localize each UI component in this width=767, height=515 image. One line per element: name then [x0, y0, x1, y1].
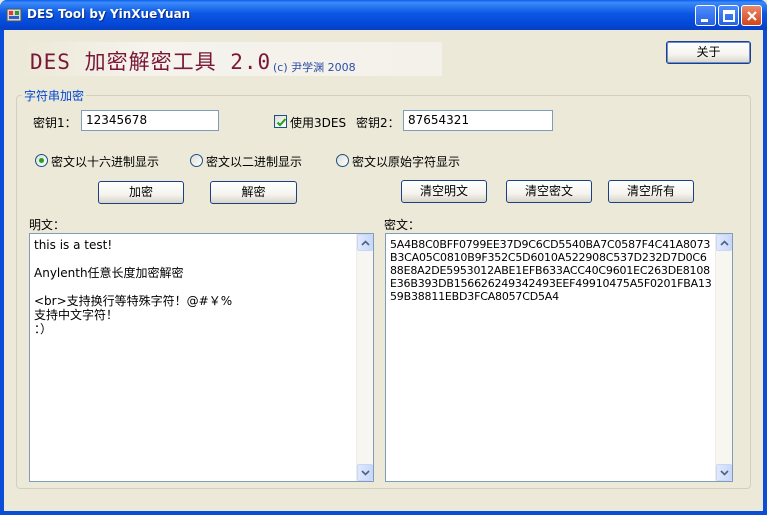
clear-all-button[interactable]: 清空所有	[608, 180, 694, 203]
radio-hex-label[interactable]: 密文以十六进制显示	[51, 153, 159, 170]
scroll-up-button[interactable]	[716, 234, 732, 251]
chevron-up-icon	[361, 240, 370, 246]
scroll-down-button[interactable]	[357, 464, 373, 481]
logo-title: DES 加密解密工具 2.0	[30, 50, 272, 74]
use-3des-checkbox[interactable]	[274, 115, 287, 128]
encrypt-button[interactable]: 加密	[98, 181, 184, 204]
ciphertext-label: 密文：	[384, 218, 421, 232]
group-title: 字符串加密	[22, 87, 87, 104]
radio-selected-dot	[39, 158, 44, 163]
ciphertext-textarea[interactable]: 5A4B8C0BFF0799EE37D9C6CD5540BA7C0587F4C4…	[385, 233, 733, 482]
radio-hex[interactable]	[35, 154, 48, 167]
radio-raw-label[interactable]: 密文以原始字符显示	[352, 153, 460, 170]
plaintext-label: 明文：	[29, 218, 66, 232]
key1-label: 密钥1：	[33, 116, 77, 130]
plaintext-content: this is a test! Anylenth任意长度加密解密 <br>支持换…	[34, 238, 233, 336]
title-bar[interactable]: DES Tool by YinXueYuan	[0, 0, 767, 30]
plaintext-textarea[interactable]: this is a test! Anylenth任意长度加密解密 <br>支持换…	[29, 233, 374, 482]
scroll-up-button[interactable]	[357, 234, 373, 251]
key2-label: 密钥2：	[356, 116, 400, 130]
close-button[interactable]	[741, 5, 762, 26]
chevron-down-icon	[720, 470, 729, 476]
ciphertext-content: 5A4B8C0BFF0799EE37D9C6CD5540BA7C0587F4C4…	[390, 238, 712, 303]
clear-plaintext-button[interactable]: 清空明文	[401, 180, 487, 203]
key2-input[interactable]: 87654321	[403, 110, 553, 131]
scroll-down-button[interactable]	[716, 464, 732, 481]
ciphertext-scrollbar[interactable]	[715, 234, 732, 481]
decrypt-button[interactable]: 解密	[210, 181, 297, 204]
chevron-up-icon	[720, 240, 729, 246]
key1-input[interactable]: 12345678	[81, 110, 219, 131]
app-icon[interactable]	[6, 7, 22, 23]
plaintext-scrollbar[interactable]	[356, 234, 373, 481]
client-area: DES 加密解密工具 2.0 (c) 尹学渊 2008 关于 字符串加密 密钥1…	[4, 30, 763, 511]
window-title: DES Tool by YinXueYuan	[27, 7, 191, 21]
logo-banner: DES 加密解密工具 2.0 (c) 尹学渊 2008	[22, 42, 442, 76]
clear-ciphertext-button[interactable]: 清空密文	[506, 180, 592, 203]
radio-raw[interactable]	[336, 154, 349, 167]
application-window: DES Tool by YinXueYuan DES 加密解密工具 2.0 (c…	[0, 0, 767, 515]
maximize-button[interactable]	[718, 5, 739, 26]
radio-binary-label[interactable]: 密文以二进制显示	[206, 153, 302, 170]
chevron-down-icon	[361, 470, 370, 476]
minimize-button[interactable]	[695, 5, 716, 26]
radio-binary[interactable]	[190, 154, 203, 167]
use-3des-label[interactable]: 使用3DES	[290, 114, 346, 131]
about-button[interactable]: 关于	[666, 41, 751, 64]
logo-copyright: (c) 尹学渊 2008	[273, 61, 356, 74]
